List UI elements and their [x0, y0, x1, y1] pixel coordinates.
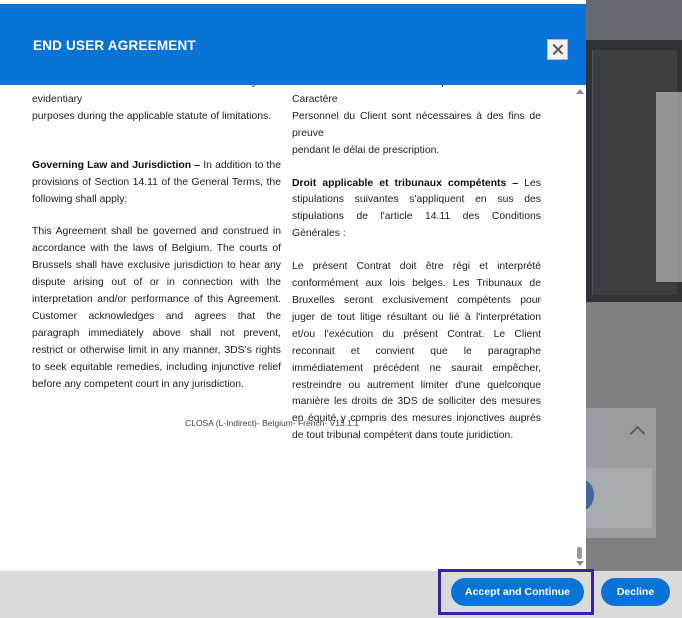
- french-paragraph-line: pendant le délai de prescription.: [292, 144, 440, 156]
- french-governing-law-paragraph: Droit applicable et tribunaux compétents…: [292, 176, 541, 244]
- english-paragraph-line: purposes during the applicable statute o…: [32, 110, 272, 122]
- background-app-card: [586, 468, 652, 528]
- content-scrollbar[interactable]: [574, 85, 586, 571]
- french-paragraph-line: Caractère Personnel ou lorsque les Donné…: [292, 85, 541, 105]
- decline-button[interactable]: Decline: [601, 578, 670, 606]
- agreement-version-note: CLOSA (L-Indirect)- Belgium- French- V13…: [185, 418, 359, 428]
- agreement-column-english: retention of Personal Data is necessary …: [32, 85, 281, 394]
- agreement-column-french: Caractère Personnel ou lorsque les Donné…: [292, 85, 541, 445]
- french-paragraph-line: Personnel du Client sont nécessaires à d…: [292, 110, 541, 139]
- french-heading: Droit applicable et tribunaux compétents…: [292, 177, 519, 189]
- background-app-panel: [586, 408, 656, 538]
- agreement-content[interactable]: retention of Personal Data is necessary …: [0, 85, 572, 571]
- scrollbar-thumb[interactable]: [577, 547, 582, 559]
- accept-and-continue-button[interactable]: Accept and Continue: [451, 578, 584, 606]
- english-heading: Governing Law and Jurisdiction –: [32, 159, 201, 171]
- end-user-agreement-dialog: END USER AGREEMENT retention of Personal…: [0, 0, 586, 618]
- background-app-tree: [656, 92, 682, 282]
- dialog-title: END USER AGREEMENT: [33, 38, 196, 53]
- scroll-up-arrow-icon[interactable]: [576, 89, 584, 94]
- english-governing-law-paragraph: Governing Law and Jurisdiction – In addi…: [32, 158, 281, 209]
- scroll-down-arrow-icon[interactable]: [576, 561, 584, 566]
- english-paragraph-line: retention of Personal Data is necessary …: [32, 85, 281, 105]
- background-app-viewport: [586, 40, 682, 302]
- dialog-header: END USER AGREEMENT: [0, 4, 586, 85]
- english-body-paragraph: This Agreement shall be governed and con…: [32, 226, 281, 390]
- close-icon[interactable]: [547, 39, 568, 60]
